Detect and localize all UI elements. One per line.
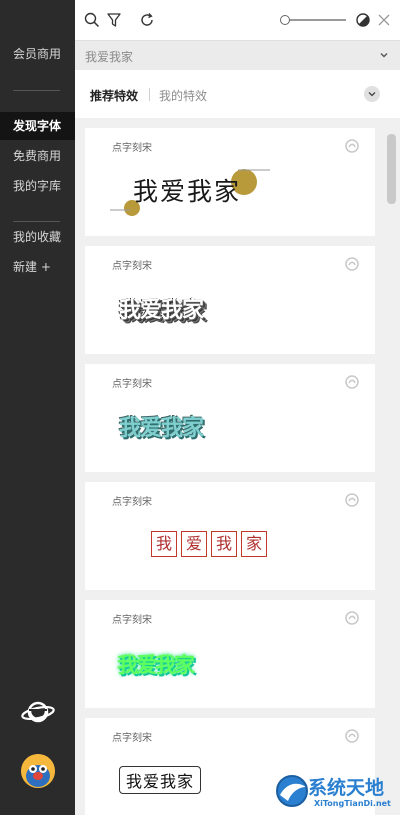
user-avatar[interactable] (21, 754, 55, 788)
slider-track (284, 19, 346, 21)
font-card[interactable]: 点字刻宋 我 爱 我 家 (85, 482, 375, 590)
font-name: 点字刻宋 (112, 733, 152, 744)
tab-recommended-effects[interactable]: 推荐特效 (90, 87, 138, 104)
font-card[interactable]: 点字刻宋 我爱我家 (85, 128, 375, 236)
apply-effect-icon[interactable] (344, 492, 360, 508)
main-panel: 我爱我家 推荐特效 我的特效 点字刻宋 我爱我家 点字刻宋 我爱我家 点字刻宋 … (75, 0, 400, 815)
apply-effect-icon[interactable] (344, 610, 360, 626)
refresh-icon[interactable] (139, 12, 155, 28)
tab-bar: 推荐特效 我的特效 (75, 70, 400, 118)
tab-separator (149, 88, 150, 101)
sidebar-item-member-commercial[interactable]: 会员商用 (0, 40, 75, 68)
font-preview-text: 我爱我家 (133, 177, 242, 206)
watermark-subtitle: XiTongTianDi.net (314, 799, 391, 808)
scrollbar-thumb[interactable] (387, 134, 396, 204)
font-name: 点字刻宋 (112, 379, 152, 390)
filter-icon[interactable] (106, 12, 122, 28)
apply-effect-icon[interactable] (344, 728, 360, 744)
site-watermark: 系统天地 XiTongTianDi.net (274, 771, 398, 815)
preview-text-value: 我爱我家 (85, 50, 134, 64)
expand-chevron-icon[interactable] (364, 86, 380, 102)
font-preview-text: 我爱我家 (119, 298, 204, 323)
chevron-down-icon[interactable] (378, 49, 390, 61)
close-icon[interactable] (376, 12, 392, 28)
contrast-icon[interactable] (355, 12, 371, 28)
sidebar-divider (13, 90, 60, 91)
apply-effect-icon[interactable] (344, 374, 360, 390)
sidebar-item-free-commercial[interactable]: 免费商用 (0, 142, 75, 170)
sidebar-item-discover-fonts[interactable]: 发现字体 (0, 112, 75, 140)
bird-avatar-icon (21, 754, 55, 788)
font-name: 点字刻宋 (112, 497, 152, 508)
sidebar-item-new[interactable]: 新建 + (0, 253, 75, 281)
stamp-char: 我 (151, 531, 177, 557)
sidebar: 会员商用 发现字体 免费商用 我的字库 我的收藏 新建 + (0, 0, 75, 815)
preview-text-input[interactable]: 我爱我家 (75, 40, 400, 70)
font-preview-text: 我爱我家 (117, 653, 195, 677)
tab-my-effects[interactable]: 我的特效 (159, 87, 207, 104)
font-card[interactable]: 点字刻宋 我爱我家 (85, 364, 375, 472)
font-preview-text: 我爱我家 (119, 416, 204, 441)
stamp-char: 爱 (181, 531, 207, 557)
watermark-logo-icon (276, 775, 308, 807)
search-icon[interactable] (84, 12, 100, 28)
sidebar-divider (13, 221, 60, 222)
sidebar-item-my-library[interactable]: 我的字库 (0, 172, 75, 200)
planet-icon[interactable] (20, 694, 56, 730)
font-name: 点字刻宋 (112, 615, 152, 626)
font-name: 点字刻宋 (112, 143, 152, 154)
font-card[interactable]: 点字刻宋 我爱我家 (85, 600, 375, 708)
stamp-char: 我 (211, 531, 237, 557)
font-preview-stamp: 我 爱 我 家 (151, 531, 267, 557)
font-list: 点字刻宋 我爱我家 点字刻宋 我爱我家 点字刻宋 我爱我家 点字刻宋 我 爱 我… (75, 118, 400, 815)
size-slider[interactable] (280, 13, 346, 27)
sidebar-item-favorites[interactable]: 我的收藏 (0, 223, 75, 251)
scrollbar-track[interactable] (385, 128, 397, 815)
slider-knob[interactable] (280, 15, 290, 25)
font-preview-text: 我爱我家 (119, 766, 202, 794)
font-name: 点字刻宋 (112, 261, 152, 272)
toolbar (75, 0, 400, 40)
apply-effect-icon[interactable] (344, 138, 360, 154)
apply-effect-icon[interactable] (344, 256, 360, 272)
font-card[interactable]: 点字刻宋 我爱我家 (85, 246, 375, 354)
stamp-char: 家 (241, 531, 267, 557)
watermark-title: 系统天地 (308, 777, 385, 799)
